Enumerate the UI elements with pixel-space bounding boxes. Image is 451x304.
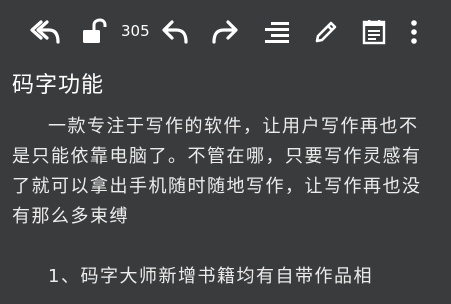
edit-pencil-icon[interactable] xyxy=(312,16,340,48)
undo-all-icon[interactable] xyxy=(28,16,62,48)
format-align-icon[interactable] xyxy=(262,16,292,48)
calendar-notes-icon[interactable] xyxy=(360,16,388,48)
undo-icon[interactable] xyxy=(160,16,190,48)
body-paragraph: 一款专注于写作的软件，让用户写作再也不是只能依靠电脑了。不管在哪，只要写作灵感有… xyxy=(12,116,422,227)
document-body[interactable]: 一款专注于写作的软件，让用户写作再也不是只能依靠电脑了。不管在哪，只要写作灵感有… xyxy=(12,112,432,292)
body-paragraph: 1、码字大师新增书籍均有自带作品相 xyxy=(48,266,373,287)
redo-icon[interactable] xyxy=(210,16,240,48)
more-vertical-icon[interactable] xyxy=(404,16,424,48)
unlock-icon[interactable] xyxy=(80,16,108,48)
top-toolbar: 305 xyxy=(0,0,451,62)
document-title[interactable]: 码字功能 xyxy=(12,67,104,99)
word-count: 305 xyxy=(121,22,150,40)
